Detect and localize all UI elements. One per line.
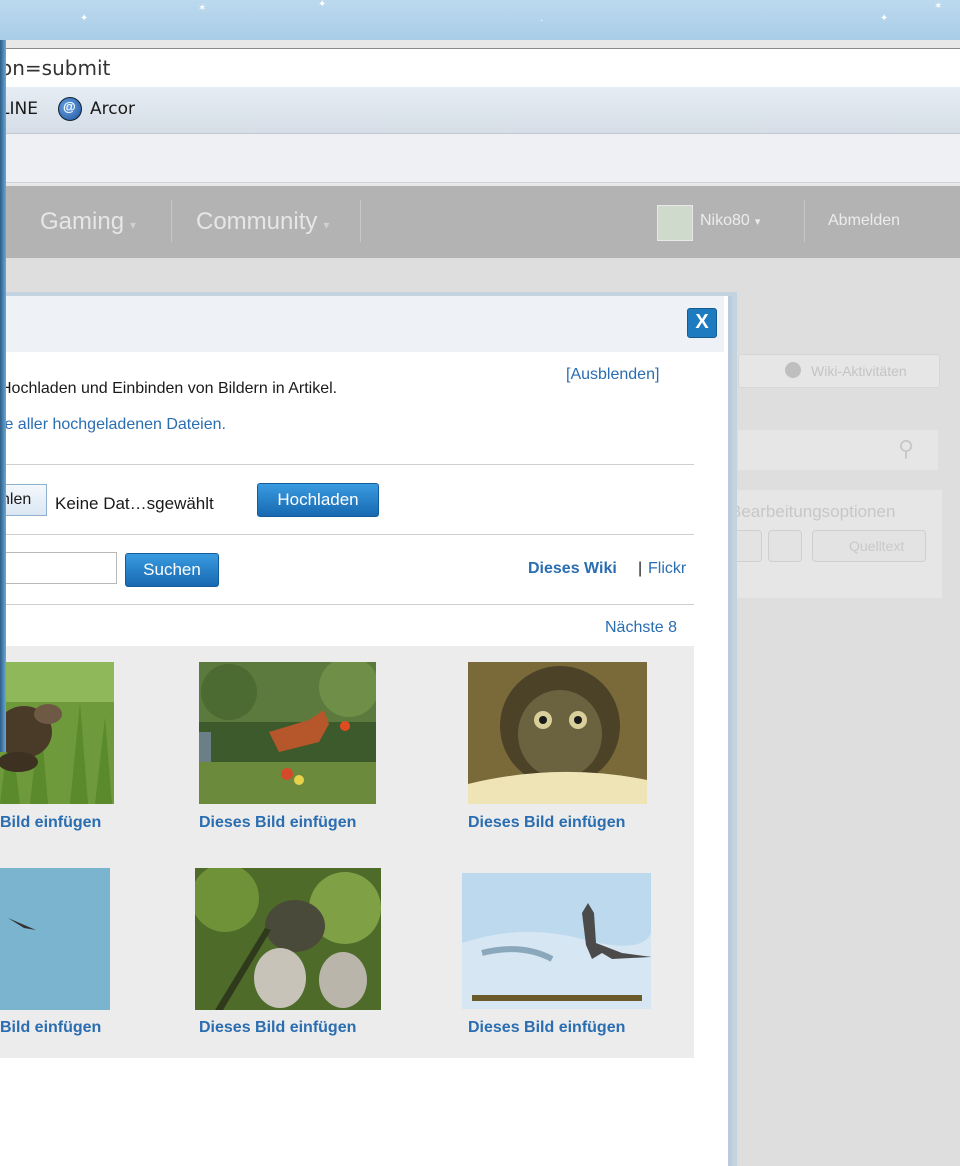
decor-star: ✦ xyxy=(880,13,889,24)
upload-button[interactable]: Hochladen xyxy=(257,483,379,517)
decor-star: ✦ xyxy=(318,0,327,10)
activity-icon xyxy=(785,362,801,378)
chevron-down-icon: ▾ xyxy=(754,216,761,228)
dialog-header: X xyxy=(0,296,724,352)
divider xyxy=(0,464,694,465)
image-thumbnail[interactable] xyxy=(195,868,381,1010)
insert-image-link[interactable]: Dieses Bild einfügen xyxy=(199,1019,356,1037)
search-input[interactable] xyxy=(0,552,117,584)
image-thumbnail[interactable] xyxy=(468,662,647,804)
browser-title-bar: ✦ ✶ ✦ · ✦ ✶ xyxy=(0,0,960,40)
nav-divider xyxy=(171,200,172,242)
bookmark-arcor[interactable]: Arcor xyxy=(90,99,135,119)
wiki-global-nav: Gaming ▾ Community ▾ Niko80 ▾ Abmelden xyxy=(0,186,960,258)
bookmarks-bar: LINE Arcor xyxy=(0,87,960,134)
image-thumbnail[interactable] xyxy=(0,868,110,1010)
image-thumbnail[interactable] xyxy=(462,873,651,1009)
user-menu[interactable]: Niko80 ▾ xyxy=(700,212,760,230)
arcor-icon xyxy=(58,97,82,121)
edit-options-label: Bearbeitungsoptionen xyxy=(730,502,896,521)
insert-image-link[interactable]: Dieses Bild einfügen xyxy=(199,814,356,832)
insert-image-link[interactable]: Bild einfügen xyxy=(0,1019,101,1037)
wiki-activity-link[interactable]: Wiki-Aktivitäten xyxy=(811,363,907,379)
intro-text: Hochladen und Einbinden von Bildern in A… xyxy=(0,380,338,397)
source-label: Quelltext xyxy=(849,538,905,554)
chevron-down-icon: ▾ xyxy=(323,218,330,232)
choose-file-button[interactable]: hlen xyxy=(0,484,47,516)
logout-link[interactable]: Abmelden xyxy=(828,212,900,230)
insert-image-link[interactable]: Dieses Bild einfügen xyxy=(468,1019,625,1037)
decor-star: · xyxy=(540,15,544,26)
edit-options-panel: Bearbeitungsoptionen Quelltext xyxy=(730,490,942,598)
chevron-down-icon: ▾ xyxy=(130,218,137,232)
divider xyxy=(0,604,694,605)
next-page-link[interactable]: Nächste 8 xyxy=(605,619,677,637)
wiki-search-box[interactable]: ⚲ xyxy=(738,430,938,470)
divider xyxy=(0,534,694,535)
hide-link[interactable]: [Ausblenden] xyxy=(566,366,659,384)
search-icon: ⚲ xyxy=(898,436,915,461)
source-separator: | xyxy=(638,560,643,577)
wiki-activity-panel: Wiki-Aktivitäten xyxy=(738,354,940,388)
nav-divider xyxy=(360,200,361,242)
nav-community[interactable]: Community ▾ xyxy=(196,208,329,236)
insert-image-link[interactable]: Dieses Bild einfügen xyxy=(468,814,625,832)
image-gallery: Bild einfügen Dieses Bild einfügen Diese… xyxy=(0,646,694,1058)
image-thumbnail[interactable] xyxy=(199,662,376,804)
file-status: Keine Dat…sgewählt xyxy=(55,494,214,513)
all-files-link[interactable]: te aller hochgeladenen Dateien. xyxy=(0,416,226,434)
image-upload-dialog: X [Ausblenden] Hochladen und Einbinden v… xyxy=(0,296,732,1166)
decor-star: ✶ xyxy=(934,1,943,12)
source-this-wiki[interactable]: Dieses Wiki xyxy=(528,560,617,578)
nav-divider xyxy=(804,200,805,242)
decor-star: ✦ xyxy=(80,13,89,24)
address-bar[interactable]: on=submit xyxy=(0,48,960,88)
source-button[interactable]: Quelltext xyxy=(812,530,926,562)
image-thumbnail[interactable] xyxy=(0,662,114,804)
close-button[interactable]: X xyxy=(687,308,717,338)
insert-image-link[interactable]: Bild einfügen xyxy=(0,814,101,832)
address-text: on=submit xyxy=(0,56,111,80)
window-edge xyxy=(0,40,6,752)
source-flickr[interactable]: Flickr xyxy=(648,560,686,578)
avatar[interactable] xyxy=(657,205,693,241)
search-button[interactable]: Suchen xyxy=(125,553,219,587)
redo-button[interactable] xyxy=(768,530,802,562)
decor-star: ✶ xyxy=(198,3,207,14)
browser-command-strip xyxy=(0,134,960,183)
nav-gaming[interactable]: Gaming ▾ xyxy=(40,208,136,236)
